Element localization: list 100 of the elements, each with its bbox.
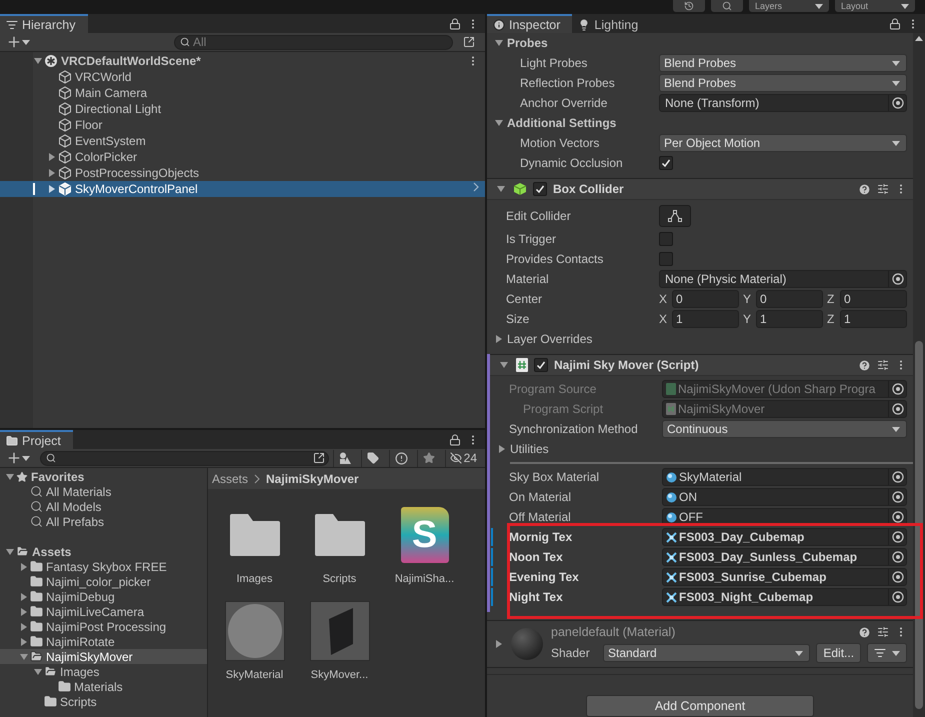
object-field[interactable]: SkyMaterial (662, 468, 908, 486)
project-tree-item[interactable]: All Materials (0, 484, 207, 499)
foldout-arrow-icon[interactable] (495, 335, 503, 343)
dropdown[interactable]: Layout (835, 0, 915, 12)
checkbox[interactable] (659, 232, 673, 246)
object-picker-icon[interactable] (892, 383, 904, 395)
object-picker-icon[interactable] (892, 531, 904, 543)
hierarchy-tab[interactable]: Hierarchy (0, 14, 88, 33)
project-tree-item[interactable]: Favorites (0, 469, 207, 484)
object-picker-icon[interactable] (892, 403, 904, 415)
project-tree-item[interactable]: Najimi_color_picker (0, 574, 207, 589)
lock-icon[interactable] (449, 18, 461, 30)
enable-checkbox[interactable] (534, 358, 548, 372)
object-field[interactable]: ON (662, 488, 908, 506)
hierarchy-item[interactable]: Directional Light (0, 101, 485, 117)
object-picker-icon[interactable] (892, 571, 904, 583)
foldout-arrow-icon[interactable] (495, 39, 503, 47)
object-field[interactable]: FS003_Sunrise_Cubemap (662, 568, 908, 586)
number-field[interactable]: 0 (756, 290, 824, 308)
project-tree-item[interactable]: Images (0, 664, 207, 679)
number-field[interactable]: 0 (672, 290, 740, 308)
number-field[interactable]: 1 (672, 310, 740, 328)
presets-icon[interactable] (877, 626, 890, 638)
object-field[interactable]: FS003_Day_Sunless_Cubemap (662, 548, 908, 566)
popout-icon[interactable] (312, 452, 325, 464)
object-picker-icon[interactable] (892, 511, 904, 523)
presets-icon[interactable] (877, 359, 890, 371)
object-field[interactable]: None (Transform) (659, 94, 908, 112)
project-tree-item[interactable]: All Models (0, 499, 207, 514)
edit-collider-button[interactable] (659, 205, 691, 227)
hierarchy-item[interactable]: SkyMoverControlPanel (0, 181, 485, 197)
section-header[interactable]: Additional Settings (507, 116, 616, 130)
project-tree-item[interactable]: All Prefabs (0, 514, 207, 529)
object-picker-icon[interactable] (892, 551, 904, 563)
lock-icon[interactable] (889, 18, 901, 30)
search-button[interactable] (711, 0, 743, 12)
dropdown[interactable]: Per Object Motion (659, 134, 908, 152)
project-tree-item[interactable]: Fantasy Skybox FREE (0, 559, 207, 574)
asset-tile[interactable]: SkyMaterial (212, 599, 297, 681)
asset-tile[interactable]: SkyMover... (297, 599, 382, 681)
enable-checkbox[interactable] (533, 182, 547, 196)
hierarchy-item[interactable]: ColorPicker (0, 149, 485, 165)
hierarchy-item[interactable]: Floor (0, 117, 485, 133)
project-tree-item[interactable]: NajimiRotate (0, 634, 207, 649)
dropdown[interactable]: Blend Probes (659, 54, 908, 72)
hierarchy-item[interactable]: EventSystem (0, 133, 485, 149)
object-picker-icon[interactable] (892, 273, 904, 285)
object-field[interactable]: FS003_Day_Cubemap (662, 528, 908, 546)
project-tree-item[interactable]: NajimiLiveCamera (0, 604, 207, 619)
object-picker-icon[interactable] (892, 491, 904, 503)
project-tree-item[interactable]: NajimiPost Processing (0, 619, 207, 634)
expand-arrow-icon[interactable] (500, 361, 508, 369)
foldout-arrow-icon[interactable] (495, 640, 503, 648)
help-icon[interactable] (858, 626, 872, 638)
object-field[interactable]: FS003_Night_Cubemap (662, 588, 908, 606)
asset-tile[interactable]: Scripts (297, 503, 382, 585)
object-picker-icon[interactable] (892, 97, 904, 109)
asset-tile[interactable]: Images (212, 503, 297, 585)
number-field[interactable]: 0 (840, 290, 908, 308)
project-tree-item[interactable]: Materials (0, 679, 207, 694)
foldout-label[interactable]: Layer Overrides (507, 332, 592, 346)
help-icon[interactable] (858, 182, 872, 196)
component-header[interactable]: Najimi Sky Mover (Script) (490, 354, 914, 376)
number-field[interactable]: 1 (756, 310, 824, 328)
inspector-tab[interactable]: Lighting (572, 14, 650, 33)
expand-arrow-icon[interactable] (34, 57, 42, 65)
search-field[interactable] (40, 450, 329, 466)
lock-icon[interactable] (449, 434, 461, 446)
list-menu-button[interactable] (867, 643, 908, 663)
object-picker-icon[interactable] (892, 471, 904, 483)
checkbox[interactable] (659, 156, 673, 170)
project-tree-item[interactable]: NajimiSkyMover (0, 649, 207, 664)
object-field[interactable]: None (Physic Material) (659, 270, 908, 288)
foldout-arrow-icon[interactable] (495, 119, 503, 127)
hierarchy-item[interactable]: PostProcessingObjects (0, 165, 485, 181)
edit-button[interactable]: Edit... (816, 643, 862, 663)
foldout-arrow-icon[interactable] (498, 445, 506, 453)
presets-icon[interactable] (877, 183, 890, 195)
object-picker-icon[interactable] (892, 591, 904, 603)
scene-header[interactable]: VRCDefaultWorldScene* (0, 53, 485, 69)
section-header[interactable]: Probes (507, 36, 548, 50)
help-icon[interactable] (858, 358, 872, 372)
breadcrumb-item[interactable]: Assets (212, 472, 248, 486)
project-tab[interactable]: Project (0, 430, 73, 449)
add-component-button[interactable]: Add Component (586, 695, 814, 717)
asset-tile[interactable]: S NajimiSha... (382, 503, 467, 585)
scroll-up-icon[interactable] (915, 36, 924, 41)
expand-arrow-icon[interactable] (497, 185, 505, 193)
search-field[interactable]: All (174, 34, 453, 50)
dropdown[interactable]: Layers (749, 0, 829, 12)
history-button[interactable] (673, 0, 705, 12)
breadcrumb-item[interactable]: NajimiSkyMover (266, 472, 359, 486)
inspector-tab[interactable]: Inspector (487, 14, 572, 33)
dropdown[interactable]: Blend Probes (659, 74, 908, 92)
hierarchy-item[interactable]: Main Camera (0, 85, 485, 101)
project-tree-item[interactable]: NajimiDebug (0, 589, 207, 604)
dropdown[interactable]: Continuous (662, 420, 908, 438)
foldout-label[interactable]: Utilities (510, 442, 549, 456)
component-header[interactable]: Box Collider (487, 178, 914, 200)
project-tree-item[interactable]: Assets (0, 544, 207, 559)
